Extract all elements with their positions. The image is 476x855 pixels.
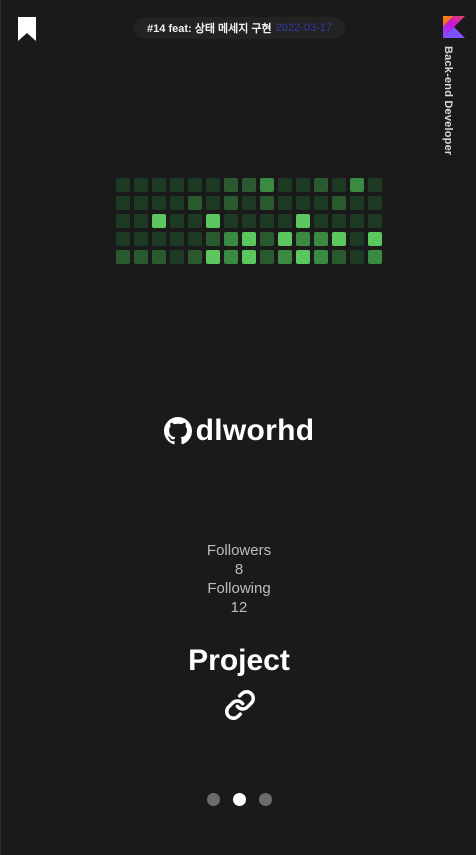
kotlin-logo-icon [443,16,465,38]
contribution-cell [242,178,256,192]
contribution-cell [188,214,202,228]
contribution-cell [134,250,148,264]
contribution-cell [368,214,382,228]
contribution-cell [332,232,346,246]
contribution-cell [314,250,328,264]
contribution-cell [296,214,310,228]
followers-label: Followers [206,542,272,559]
contribution-cell [350,232,364,246]
contribution-cell [296,250,310,264]
contribution-cell [188,250,202,264]
contribution-cell [188,178,202,192]
contribution-cell [278,196,292,210]
bookmark-icon[interactable] [17,16,37,42]
contribution-cell [278,250,292,264]
contribution-cell [332,178,346,192]
github-profile: dlworhd [1,414,476,448]
contribution-cell [332,250,346,264]
contribution-cell [152,214,166,228]
contribution-grid [116,178,382,264]
contribution-cell [170,214,184,228]
following-label: Following [207,580,271,597]
contribution-cell [314,178,328,192]
contribution-cell [206,214,220,228]
contribution-cell [170,232,184,246]
contribution-cell [350,196,364,210]
contribution-cell [296,196,310,210]
contribution-cell [368,178,382,192]
contribution-cell [296,178,310,192]
contribution-cell [368,232,382,246]
contribution-cell [188,232,202,246]
contribution-cell [314,232,328,246]
contribution-cell [134,178,148,192]
contribution-cell [206,196,220,210]
profile-card-page: #14 feat: 상태 메세지 구현 2022-03-17 Back-end … [0,0,476,855]
contribution-cell [260,178,274,192]
contribution-cell [242,232,256,246]
contribution-cell [224,232,238,246]
contribution-cell [260,214,274,228]
page-dot[interactable] [232,793,246,806]
project-title: Project [188,644,290,677]
contribution-cell [242,250,256,264]
contribution-cell [278,232,292,246]
contribution-cell [170,178,184,192]
page-indicator [1,793,476,806]
contribution-cell [350,250,364,264]
contribution-cell [170,196,184,210]
contribution-cell [116,196,130,210]
commit-message: #14 feat: 상태 메세지 구현 [147,23,272,35]
contribution-cell [278,178,292,192]
contribution-cell [224,250,238,264]
contribution-cell [152,178,166,192]
link-icon[interactable] [224,689,256,721]
contribution-cell [368,196,382,210]
contribution-cell [206,178,220,192]
contribution-cell [206,232,220,246]
contribution-cell [260,196,274,210]
contribution-cell [260,232,274,246]
contribution-cell [152,250,166,264]
contribution-cell [116,232,130,246]
contribution-cell [332,196,346,210]
contribution-cell [350,178,364,192]
contribution-cell [152,196,166,210]
contribution-cell [350,214,364,228]
contribution-cell [296,232,310,246]
contribution-cell [134,214,148,228]
commit-date: 2022-03-17 [275,22,332,34]
contribution-cell [260,250,274,264]
contribution-cell [206,250,220,264]
contribution-cell [116,178,130,192]
contribution-cell [134,232,148,246]
contribution-cell [134,196,148,210]
contribution-cell [278,214,292,228]
contribution-cell [368,250,382,264]
contribution-cell [314,196,328,210]
contribution-cell [224,214,238,228]
contribution-cell [170,250,184,264]
developer-role-label: Back-end Developer [442,46,454,156]
contribution-cell [242,196,256,210]
following-count: 12 [230,599,248,616]
contribution-cell [188,196,202,210]
followers-count: 8 [234,561,244,578]
follow-stats: Followers 8 Following 12 [1,541,476,617]
contribution-cell [224,196,238,210]
contribution-cell [332,214,346,228]
contribution-cell [116,250,130,264]
contribution-cell [314,214,328,228]
contribution-cell [224,178,238,192]
page-dot[interactable] [206,793,220,806]
github-username: dlworhd [195,414,315,447]
contribution-cell [152,232,166,246]
contribution-cell [116,214,130,228]
github-icon [163,417,192,445]
page-dot[interactable] [258,793,272,806]
latest-commit-pill[interactable]: #14 feat: 상태 메세지 구현 2022-03-17 [134,17,345,39]
contribution-cell [242,214,256,228]
